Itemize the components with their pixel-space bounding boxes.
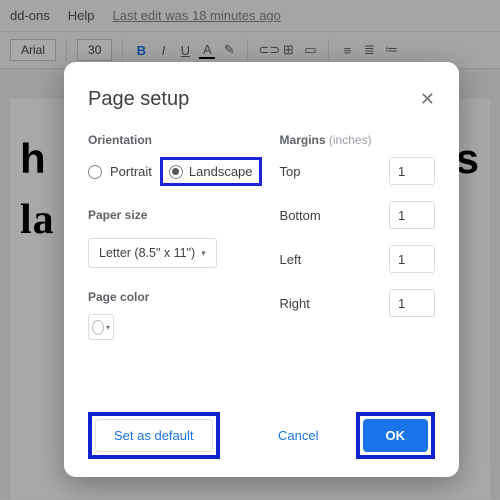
paper-size-select[interactable]: Letter (8.5" x 11") ▾ <box>88 238 217 268</box>
portrait-radio[interactable] <box>88 165 102 179</box>
margin-left-label: Left <box>280 252 302 267</box>
landscape-highlight: Landscape <box>160 157 262 186</box>
paper-size-label: Paper size <box>88 208 262 222</box>
chevron-down-icon: ▾ <box>201 248 206 259</box>
margin-right-input[interactable] <box>389 289 435 317</box>
page-color-label: Page color <box>88 290 262 304</box>
margin-top-label: Top <box>280 164 301 179</box>
landscape-label[interactable]: Landscape <box>189 164 253 179</box>
set-default-button[interactable]: Set as default <box>95 419 213 452</box>
cancel-button[interactable]: Cancel <box>259 419 337 452</box>
page-setup-dialog: Page setup ✕ Orientation Portrait Landsc… <box>64 62 459 477</box>
ok-highlight: OK <box>356 412 436 459</box>
margin-bottom-label: Bottom <box>280 208 321 223</box>
close-icon[interactable]: ✕ <box>420 89 435 110</box>
dialog-title: Page setup <box>88 88 189 111</box>
margin-bottom-input[interactable] <box>389 201 435 229</box>
margin-top-input[interactable] <box>389 157 435 185</box>
ok-button[interactable]: OK <box>363 419 429 452</box>
page-color-select[interactable]: ▾ <box>88 314 114 340</box>
paper-size-value: Letter (8.5" x 11") <box>99 246 195 260</box>
chevron-down-icon: ▾ <box>106 323 110 332</box>
margins-label: Margins (inches) <box>280 133 435 147</box>
margin-right-label: Right <box>280 296 310 311</box>
color-swatch-icon <box>92 320 104 335</box>
set-default-highlight: Set as default <box>88 412 220 459</box>
margin-left-input[interactable] <box>389 245 435 273</box>
orientation-label: Orientation <box>88 133 262 147</box>
portrait-label[interactable]: Portrait <box>110 164 152 179</box>
landscape-radio[interactable] <box>169 165 183 179</box>
